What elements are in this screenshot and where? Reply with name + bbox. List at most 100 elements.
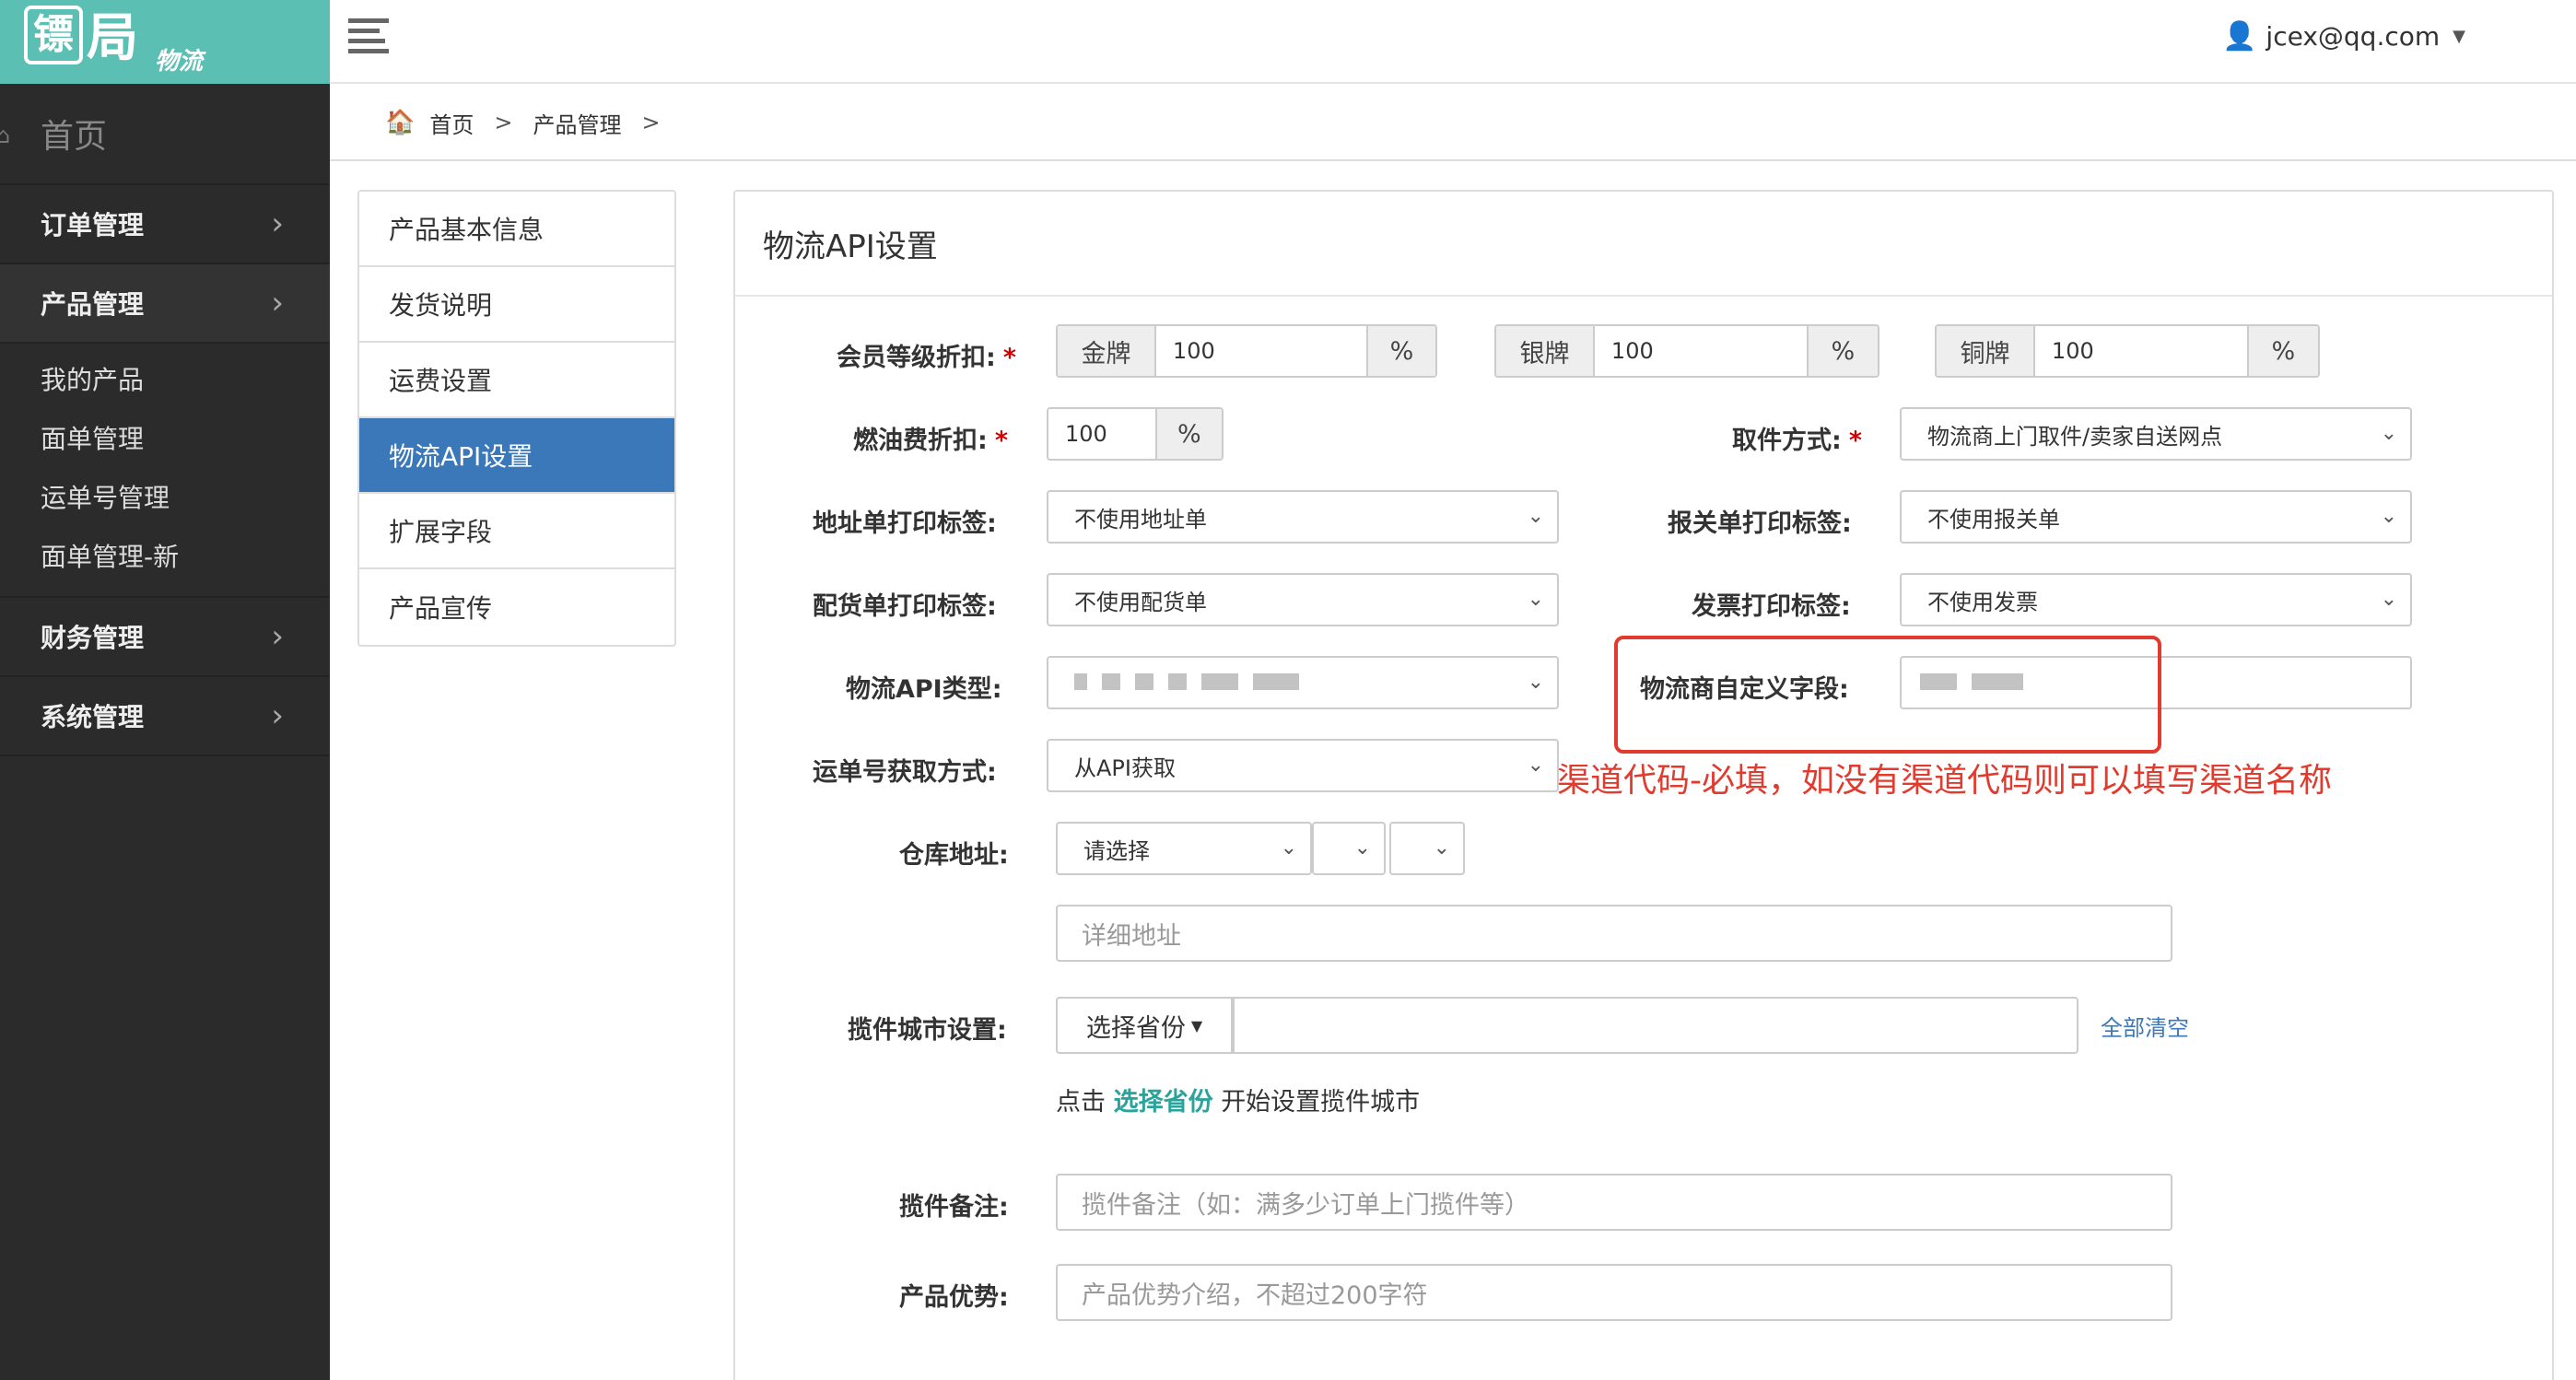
fuel-discount-label: 燃油费折扣: *: [853, 420, 1008, 456]
home-icon: ⌂: [0, 123, 11, 148]
customs-label-value: 不使用报关单: [1927, 506, 2060, 532]
address-label-label: 地址单打印标签:: [813, 509, 997, 538]
submenu-shipping-notes[interactable]: 发货说明: [359, 267, 674, 343]
bronze-addon: 铜牌: [1937, 326, 2033, 376]
home-icon: 🏠: [385, 109, 416, 136]
silver-addon: 银牌: [1496, 326, 1593, 376]
annotation-highlight-box: [1614, 636, 2161, 754]
member-discount-label-text: 会员等级折扣:: [837, 344, 996, 372]
hamburger-icon[interactable]: [348, 18, 389, 59]
warehouse-district-select[interactable]: ⌄: [1389, 822, 1465, 875]
sidebar-item-orders[interactable]: 订单管理 ›: [0, 185, 330, 264]
customs-label-select[interactable]: 不使用报关单 ⌄: [1900, 490, 2412, 544]
sidebar-subitem-my-products[interactable]: 我的产品: [0, 349, 330, 408]
user-menu[interactable]: 👤 jcex@qq.com ▼: [2222, 20, 2465, 53]
percent-addon: %: [1367, 326, 1435, 376]
sidebar-subitem-waybill-new[interactable]: 面单管理-新: [0, 526, 330, 585]
member-discount-label: 会员等级折扣: *: [837, 337, 1016, 373]
sidebar-item-home[interactable]: ⌂ 首页: [0, 84, 330, 185]
warehouse-city-select[interactable]: ⌄: [1312, 822, 1386, 875]
gold-addon: 金牌: [1058, 326, 1154, 376]
breadcrumb-products[interactable]: 产品管理: [533, 107, 621, 139]
tracking-method-value: 从API获取: [1074, 754, 1176, 781]
sidebar-item-label: 产品管理: [41, 289, 145, 320]
warehouse-province-select[interactable]: 请选择 ⌄: [1056, 822, 1312, 875]
hint-suffix: 开始设置揽件城市: [1221, 1088, 1421, 1117]
redacted-value: [1074, 670, 1314, 696]
fuel-discount-input[interactable]: 100: [1048, 409, 1157, 459]
chevron-down-icon: ⌄: [2380, 588, 2397, 611]
bronze-discount-group: 铜牌 100 %: [1935, 324, 2320, 378]
pickup-city-hint: 点击 选择省份 开始设置揽件城市: [1056, 1082, 1420, 1117]
topbar: 👤 jcex@qq.com ▼: [330, 0, 2576, 84]
chevron-right-icon: ›: [271, 285, 284, 322]
user-email: jcex@qq.com: [2266, 21, 2441, 52]
sidebar-item-finance[interactable]: 财务管理 ›: [0, 598, 330, 677]
sidebar-home-label: 首页: [41, 118, 108, 156]
pickup-method-select[interactable]: 物流商上门取件/卖家自送网点 ⌄: [1900, 407, 2412, 461]
sidebar-item-products[interactable]: 产品管理 ›: [0, 264, 330, 344]
panel-title: 物流API设置: [735, 192, 2552, 297]
chevron-down-icon: ⌄: [1280, 836, 1297, 860]
pickup-method-label: 取件方式: *: [1732, 420, 1862, 456]
sidebar-subitem-tracking-numbers[interactable]: 运单号管理: [0, 467, 330, 526]
breadcrumb: 🏠 首页 > 产品管理 >: [330, 86, 2576, 161]
pickup-note-input[interactable]: 揽件备注（如：满多少订单上门揽件等）: [1056, 1174, 2172, 1231]
breadcrumb-home[interactable]: 首页: [429, 107, 474, 139]
packing-label-label: 配货单打印标签:: [813, 592, 997, 621]
logo-mark: 镖: [24, 6, 83, 64]
caret-down-icon: ▼: [1190, 1016, 1203, 1035]
hint-select-province-link[interactable]: 选择省份: [1114, 1088, 1213, 1117]
chevron-right-icon: ›: [271, 205, 284, 242]
breadcrumb-separator: >: [641, 110, 661, 135]
gold-discount-input[interactable]: 100: [1153, 326, 1368, 376]
advantage-label: 产品优势:: [899, 1283, 1009, 1312]
submenu-logistics-api[interactable]: 物流API设置: [359, 418, 674, 494]
sidebar-item-label: 系统管理: [41, 702, 145, 732]
api-type-label: 物流API类型:: [846, 675, 1002, 704]
annotation-note: 渠道代码-必填，如没有渠道代码则可以填写渠道名称: [1557, 762, 2332, 800]
sidebar-item-label: 财务管理: [41, 623, 145, 653]
submenu-freight-settings[interactable]: 运费设置: [359, 343, 674, 418]
caret-down-icon: ▼: [2453, 27, 2465, 46]
warehouse-detail-address-input[interactable]: 详细地址: [1056, 905, 2172, 962]
packing-label-select[interactable]: 不使用配货单 ⌄: [1047, 573, 1559, 626]
chevron-down-icon: ⌄: [1527, 754, 1544, 777]
logo[interactable]: 镖 局 物流: [0, 0, 330, 84]
clear-all-link[interactable]: 全部清空: [2101, 1010, 2189, 1042]
sidebar-subitem-waybill[interactable]: 面单管理: [0, 408, 330, 467]
select-province-button[interactable]: 选择省份 ▼: [1056, 997, 1233, 1054]
address-label-select[interactable]: 不使用地址单 ⌄: [1047, 490, 1559, 544]
percent-addon: %: [2248, 326, 2318, 376]
bronze-discount-input[interactable]: 100: [2032, 326, 2249, 376]
breadcrumb-separator: >: [494, 110, 513, 135]
required-mark: *: [1848, 427, 1862, 455]
pickup-method-label-text: 取件方式:: [1732, 427, 1842, 455]
advantage-input[interactable]: 产品优势介绍，不超过200字符: [1056, 1264, 2172, 1321]
invoice-label-select[interactable]: 不使用发票 ⌄: [1900, 573, 2412, 626]
chevron-right-icon: ›: [271, 697, 284, 734]
sidebar-item-system[interactable]: 系统管理 ›: [0, 677, 330, 756]
silver-discount-input[interactable]: 100: [1592, 326, 1809, 376]
silver-discount-group: 银牌 100 %: [1494, 324, 1879, 378]
percent-addon: %: [1156, 409, 1222, 459]
invoice-label-value: 不使用发票: [1927, 589, 2038, 615]
submenu-basic-info[interactable]: 产品基本信息: [359, 192, 674, 267]
logo-text: 局: [87, 8, 138, 68]
warehouse-province-value: 请选择: [1083, 837, 1150, 864]
address-label-value: 不使用地址单: [1074, 506, 1207, 532]
api-type-select[interactable]: ⌄: [1047, 656, 1559, 709]
chevron-down-icon: ⌄: [2380, 422, 2397, 445]
sidebar-item-label: 订单管理: [41, 210, 145, 240]
submenu-extended-fields[interactable]: 扩展字段: [359, 494, 674, 569]
submenu-promotion[interactable]: 产品宣传: [359, 569, 674, 645]
packing-label-value: 不使用配货单: [1074, 589, 1207, 615]
gold-discount-group: 金牌 100 %: [1056, 324, 1437, 378]
tracking-method-select[interactable]: 从API获取 ⌄: [1047, 739, 1559, 792]
pickup-city-input[interactable]: [1233, 997, 2078, 1054]
user-icon: 👤: [2222, 20, 2257, 53]
product-submenu: 产品基本信息 发货说明 运费设置 物流API设置 扩展字段 产品宣传: [357, 190, 676, 647]
percent-addon: %: [1808, 326, 1878, 376]
chevron-right-icon: ›: [271, 618, 284, 655]
required-mark: *: [994, 427, 1008, 455]
